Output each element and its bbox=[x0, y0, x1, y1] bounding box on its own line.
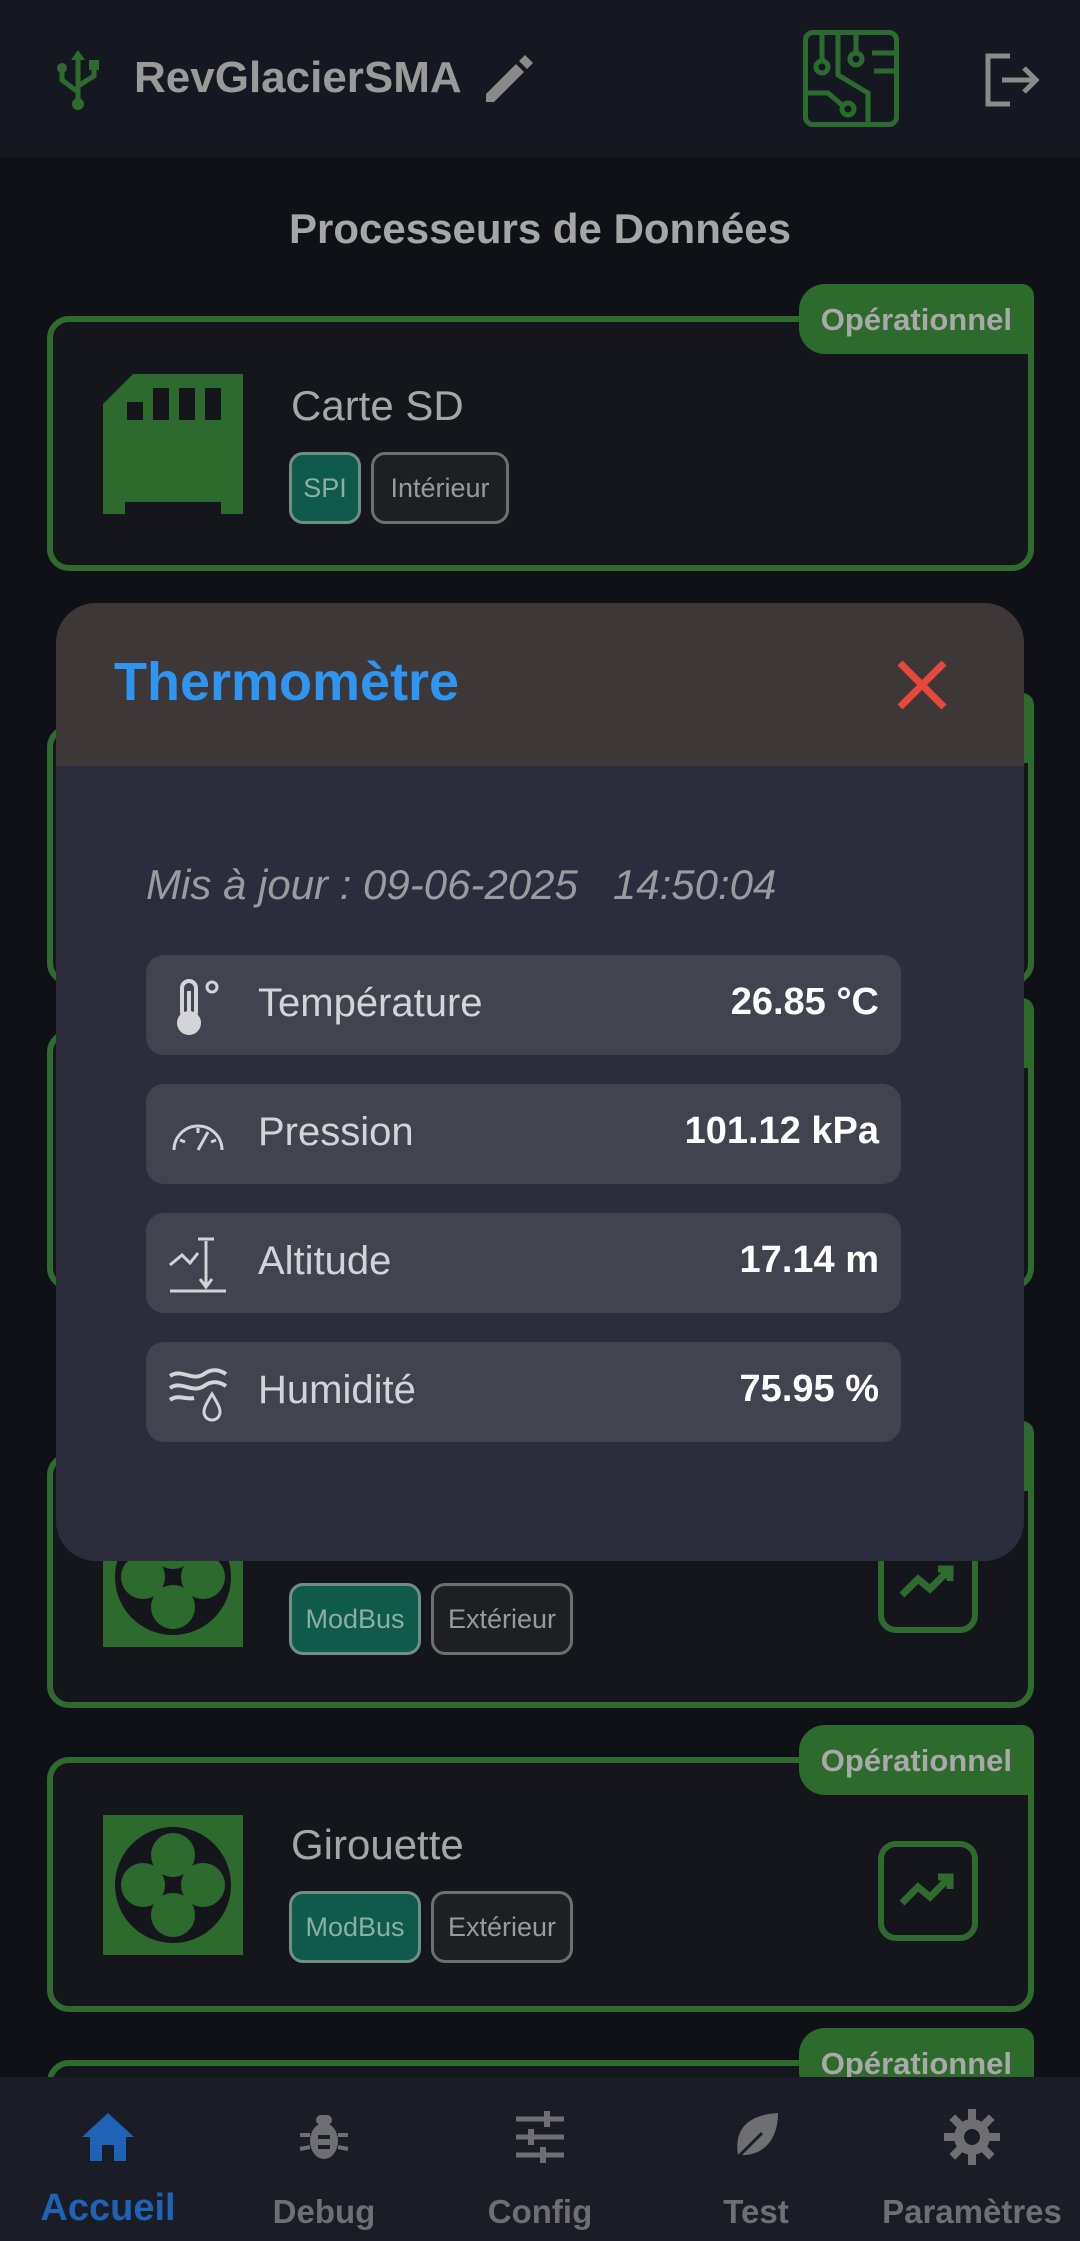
reading-value: 26.85 °C bbox=[730, 981, 879, 1023]
edit-icon[interactable] bbox=[478, 50, 538, 110]
card-title: Girouette bbox=[291, 1821, 464, 1868]
tag-location: Extérieur bbox=[431, 1583, 573, 1655]
status-badge: Opérationnel bbox=[798, 284, 1034, 354]
sliders-icon bbox=[516, 2111, 564, 2163]
reading-value: 17.14 m bbox=[739, 1239, 879, 1281]
circuit-board-icon[interactable] bbox=[803, 30, 899, 127]
app-title: RevGlacierSMA bbox=[134, 53, 462, 102]
sd-card-icon bbox=[103, 374, 243, 514]
status-badge: Opérationnel bbox=[798, 1725, 1034, 1795]
reading-value: 101.12 kPa bbox=[684, 1110, 879, 1152]
nav-label: Config bbox=[487, 2193, 593, 2230]
bottom-navigation: Accueil Debug Config Test Paramètres bbox=[0, 2077, 1080, 2241]
fan-icon bbox=[103, 1815, 243, 1955]
tag-protocol: ModBus bbox=[289, 1891, 421, 1963]
bug-icon bbox=[299, 2115, 349, 2159]
dialog-title: Thermomètre bbox=[114, 652, 460, 712]
sensor-dialog: Thermomètre Mis à jour : 09-06-2025 14:5… bbox=[56, 603, 1024, 1561]
processor-card-girouette[interactable]: Opérationnel Girouette ModBus Extérieur bbox=[47, 1725, 1034, 2012]
gear-icon bbox=[944, 2109, 1000, 2165]
dialog-header: Thermomètre bbox=[56, 603, 1024, 766]
reading-row-humidity: Humidité 75.95 % bbox=[146, 1342, 901, 1442]
chart-button[interactable] bbox=[878, 1841, 978, 1941]
nav-debug[interactable]: Debug bbox=[216, 2077, 432, 2241]
section-title: Processeurs de Données bbox=[289, 205, 791, 252]
thermometer-icon bbox=[177, 979, 219, 1035]
home-icon bbox=[82, 2113, 134, 2161]
logout-icon[interactable] bbox=[980, 50, 1042, 110]
tag-location: Extérieur bbox=[431, 1891, 573, 1963]
reading-label: Température bbox=[258, 981, 483, 1025]
usb-icon bbox=[57, 50, 99, 110]
close-icon[interactable] bbox=[894, 657, 950, 713]
reading-label: Pression bbox=[258, 1110, 414, 1154]
nav-label: Test bbox=[723, 2193, 789, 2230]
leaf-icon bbox=[732, 2113, 778, 2163]
gauge-icon bbox=[172, 1124, 224, 1151]
nav-parametres[interactable]: Paramètres bbox=[864, 2077, 1080, 2241]
reading-label: Humidité bbox=[258, 1368, 416, 1412]
card-title: Carte SD bbox=[291, 382, 464, 429]
nav-test[interactable]: Test bbox=[648, 2077, 864, 2241]
humidity-icon bbox=[168, 1368, 228, 1422]
altitude-icon bbox=[169, 1237, 226, 1293]
nav-label: Accueil bbox=[40, 2187, 176, 2229]
reading-row-altitude: Altitude 17.14 m bbox=[146, 1213, 901, 1313]
tag-protocol: SPI bbox=[289, 452, 361, 524]
reading-row-pressure: Pression 101.12 kPa bbox=[146, 1084, 901, 1184]
last-updated: Mis à jour : 09-06-2025 14:50:04 bbox=[146, 861, 777, 908]
app-bar: RevGlacierSMA bbox=[0, 0, 1080, 157]
nav-label: Debug bbox=[272, 2193, 376, 2230]
processor-card-sd[interactable]: Opérationnel Carte SD SPI Intérieur bbox=[47, 284, 1034, 571]
nav-label: Paramètres bbox=[882, 2193, 1062, 2230]
reading-value: 75.95 % bbox=[739, 1368, 879, 1410]
tag-protocol: ModBus bbox=[289, 1583, 421, 1655]
nav-accueil[interactable]: Accueil bbox=[0, 2077, 216, 2241]
reading-row-temperature: Température 26.85 °C bbox=[146, 955, 901, 1055]
tag-location: Intérieur bbox=[371, 452, 509, 524]
nav-config[interactable]: Config bbox=[432, 2077, 648, 2241]
reading-label: Altitude bbox=[258, 1239, 392, 1283]
